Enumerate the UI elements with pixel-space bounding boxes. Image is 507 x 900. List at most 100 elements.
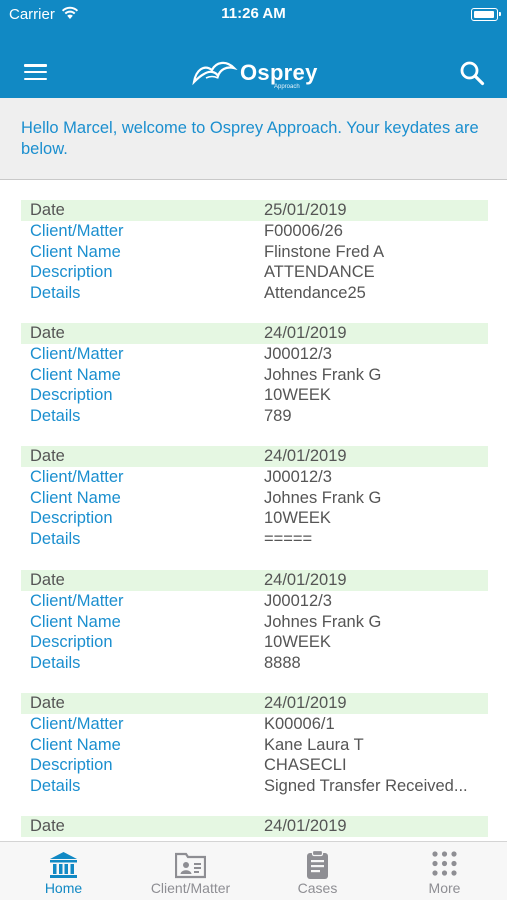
keydate-card[interactable]: Date 24/01/2019 bbox=[21, 816, 488, 841]
client-name-row: Client Name Johnes Frank G bbox=[21, 612, 488, 633]
date-value: 24/01/2019 bbox=[264, 817, 347, 835]
date-value: 24/01/2019 bbox=[264, 694, 347, 712]
keydate-card[interactable]: Date 24/01/2019 Client/Matter J00012/3 Cli… bbox=[21, 446, 488, 551]
date-label: Date bbox=[30, 817, 65, 835]
date-row: Date 24/01/2019 bbox=[21, 446, 488, 467]
tab-more[interactable]: More bbox=[381, 842, 507, 900]
tab-cases[interactable]: Cases bbox=[254, 842, 381, 900]
description-row: Description ATTENDANCE bbox=[21, 262, 488, 283]
client-matter-value: F00006/26 bbox=[264, 221, 343, 240]
client-name-value: Johnes Frank G bbox=[264, 488, 382, 507]
details-value: 8888 bbox=[264, 654, 301, 673]
menu-button[interactable] bbox=[24, 64, 47, 81]
details-label: Details bbox=[30, 777, 81, 796]
client-matter-value: J00012/3 bbox=[264, 344, 332, 363]
date-label: Date bbox=[30, 324, 65, 342]
details-value: Signed Transfer Received... bbox=[264, 777, 468, 796]
search-button[interactable] bbox=[459, 60, 485, 86]
details-row: Details Attendance25 bbox=[21, 283, 488, 304]
bank-icon bbox=[50, 852, 77, 878]
tab-label: More bbox=[428, 880, 461, 896]
client-matter-row: Client/Matter J00012/3 bbox=[21, 591, 488, 612]
status-bar: Carrier 11:26 AM bbox=[0, 0, 507, 28]
description-value: 10WEEK bbox=[264, 509, 331, 528]
keydates-list[interactable]: Date 25/01/2019 Client/Matter F00006/26 Cl… bbox=[0, 181, 507, 841]
client-matter-label: Client/Matter bbox=[30, 467, 124, 486]
logo-text: Osprey bbox=[240, 60, 318, 85]
osprey-logo: Osprey Approach bbox=[190, 54, 320, 92]
client-matter-row: Client/Matter J00012/3 bbox=[21, 344, 488, 365]
keydate-card[interactable]: Date 24/01/2019 Client/Matter J00012/3 Cli… bbox=[21, 570, 488, 675]
description-label: Description bbox=[30, 263, 113, 282]
description-value: CHASECLI bbox=[264, 756, 347, 775]
keydate-card[interactable]: Date 24/01/2019 Client/Matter K00006/1 Cli… bbox=[21, 693, 488, 798]
client-name-value: Johnes Frank G bbox=[264, 612, 382, 631]
client-name-row: Client Name Kane Laura T bbox=[21, 735, 488, 756]
date-value: 25/01/2019 bbox=[264, 201, 347, 219]
grid-dots-icon bbox=[432, 851, 457, 876]
date-label: Date bbox=[30, 447, 65, 465]
client-matter-row: Client/Matter J00012/3 bbox=[21, 467, 488, 488]
client-name-row: Client Name Johnes Frank G bbox=[21, 365, 488, 386]
description-label: Description bbox=[30, 386, 113, 405]
tab-home[interactable]: Home bbox=[0, 842, 127, 900]
date-row: Date 24/01/2019 bbox=[21, 693, 488, 714]
description-row: Description CHASECLI bbox=[21, 755, 488, 776]
client-name-value: Kane Laura T bbox=[264, 735, 364, 754]
search-icon bbox=[460, 61, 485, 86]
client-matter-value: K00006/1 bbox=[264, 714, 335, 733]
welcome-banner: Hello Marcel, welcome to Osprey Approach… bbox=[0, 98, 507, 180]
date-value: 24/01/2019 bbox=[264, 447, 347, 465]
date-label: Date bbox=[30, 694, 65, 712]
battery-icon bbox=[471, 8, 501, 21]
logo-subtext: Approach bbox=[274, 84, 300, 90]
details-value: ===== bbox=[264, 530, 313, 549]
date-row: Date 24/01/2019 bbox=[21, 323, 488, 344]
date-label: Date bbox=[30, 201, 65, 219]
details-value: Attendance25 bbox=[264, 284, 366, 303]
client-matter-label: Client/Matter bbox=[30, 221, 124, 240]
description-label: Description bbox=[30, 756, 113, 775]
details-row: Details ===== bbox=[21, 529, 488, 550]
client-name-label: Client Name bbox=[30, 488, 121, 507]
details-label: Details bbox=[30, 407, 81, 426]
description-label: Description bbox=[30, 633, 113, 652]
clipboard-icon bbox=[307, 849, 328, 879]
description-value: 10WEEK bbox=[264, 633, 331, 652]
description-value: ATTENDANCE bbox=[264, 263, 375, 282]
date-row: Date 24/01/2019 bbox=[21, 816, 488, 837]
hamburger-menu-icon bbox=[24, 64, 47, 67]
client-matter-label: Client/Matter bbox=[30, 714, 124, 733]
contact-card-icon bbox=[175, 852, 206, 879]
client-name-value: Flinstone Fred A bbox=[264, 242, 385, 261]
client-matter-value: J00012/3 bbox=[264, 467, 332, 486]
date-value: 24/01/2019 bbox=[264, 324, 347, 342]
keydate-card[interactable]: Date 24/01/2019 Client/Matter J00012/3 Cli… bbox=[21, 323, 488, 428]
client-name-label: Client Name bbox=[30, 242, 121, 261]
clock: 11:26 AM bbox=[221, 5, 286, 22]
welcome-message: Hello Marcel, welcome to Osprey Approach… bbox=[21, 119, 479, 158]
osprey-bird-icon bbox=[192, 61, 238, 86]
tab-client-matter[interactable]: Client/Matter bbox=[127, 842, 254, 900]
client-matter-label: Client/Matter bbox=[30, 344, 124, 363]
description-row: Description 10WEEK bbox=[21, 385, 488, 406]
client-name-label: Client Name bbox=[30, 365, 121, 384]
tab-label: Cases bbox=[297, 880, 338, 896]
date-label: Date bbox=[30, 571, 65, 589]
details-value: 789 bbox=[264, 407, 292, 426]
details-row: Details 789 bbox=[21, 406, 488, 427]
client-name-label: Client Name bbox=[30, 612, 121, 631]
client-matter-row: Client/Matter F00006/26 bbox=[21, 221, 488, 242]
tab-label: Client/Matter bbox=[150, 880, 231, 896]
top-bar: Carrier 11:26 AM Osprey Approach bbox=[0, 0, 507, 98]
date-row: Date 25/01/2019 bbox=[21, 200, 488, 221]
details-label: Details bbox=[30, 284, 81, 303]
tab-label: Home bbox=[44, 880, 83, 896]
details-label: Details bbox=[30, 530, 81, 549]
tab-bar: Home Client/Matter Cases More bbox=[0, 841, 507, 900]
date-value: 24/01/2019 bbox=[264, 571, 347, 589]
keydate-card[interactable]: Date 25/01/2019 Client/Matter F00006/26 Cl… bbox=[21, 200, 488, 305]
description-value: 10WEEK bbox=[264, 386, 331, 405]
client-matter-label: Client/Matter bbox=[30, 591, 124, 610]
client-matter-value: J00012/3 bbox=[264, 591, 332, 610]
